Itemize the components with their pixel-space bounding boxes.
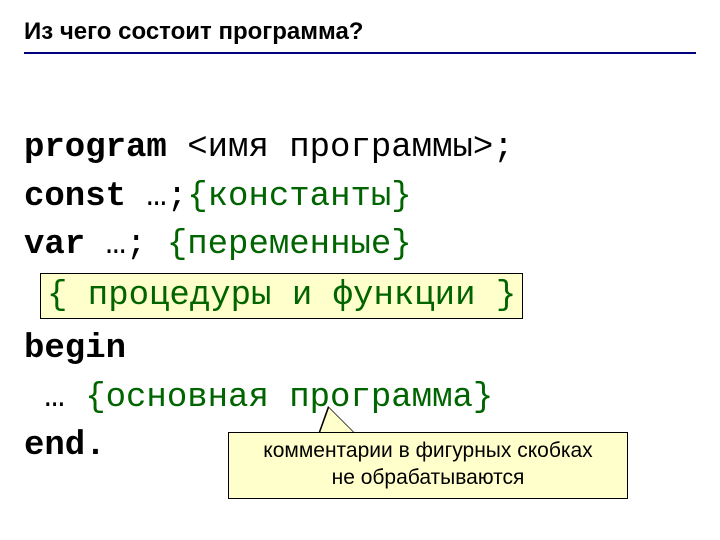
callout-line2: не обрабатываются	[237, 464, 619, 491]
slide-title: Из чего состоит программа?	[24, 18, 696, 54]
var-ellipsis: …;	[85, 226, 167, 264]
var-comment: {переменные}	[167, 226, 412, 264]
program-name: <имя программы>;	[167, 129, 514, 167]
const-comment: {константы}	[187, 178, 411, 216]
keyword-begin: begin	[24, 330, 126, 368]
callout: комментарии в фигурных скобках не обраба…	[228, 432, 628, 499]
callout-pointer-icon	[318, 406, 356, 434]
main-comment: {основная программа}	[85, 379, 493, 417]
keyword-var: var	[24, 226, 85, 264]
const-ellipsis: …;	[126, 178, 187, 216]
keyword-end: end.	[24, 427, 106, 465]
main-ellipsis: …	[24, 379, 85, 417]
procedures-box: { процедуры и функции }	[40, 273, 523, 319]
keyword-const: const	[24, 178, 126, 216]
keyword-program: program	[24, 129, 167, 167]
callout-line1: комментарии в фигурных скобках	[237, 437, 619, 464]
code-block: program <имя программы>; const …;{конста…	[24, 76, 696, 470]
